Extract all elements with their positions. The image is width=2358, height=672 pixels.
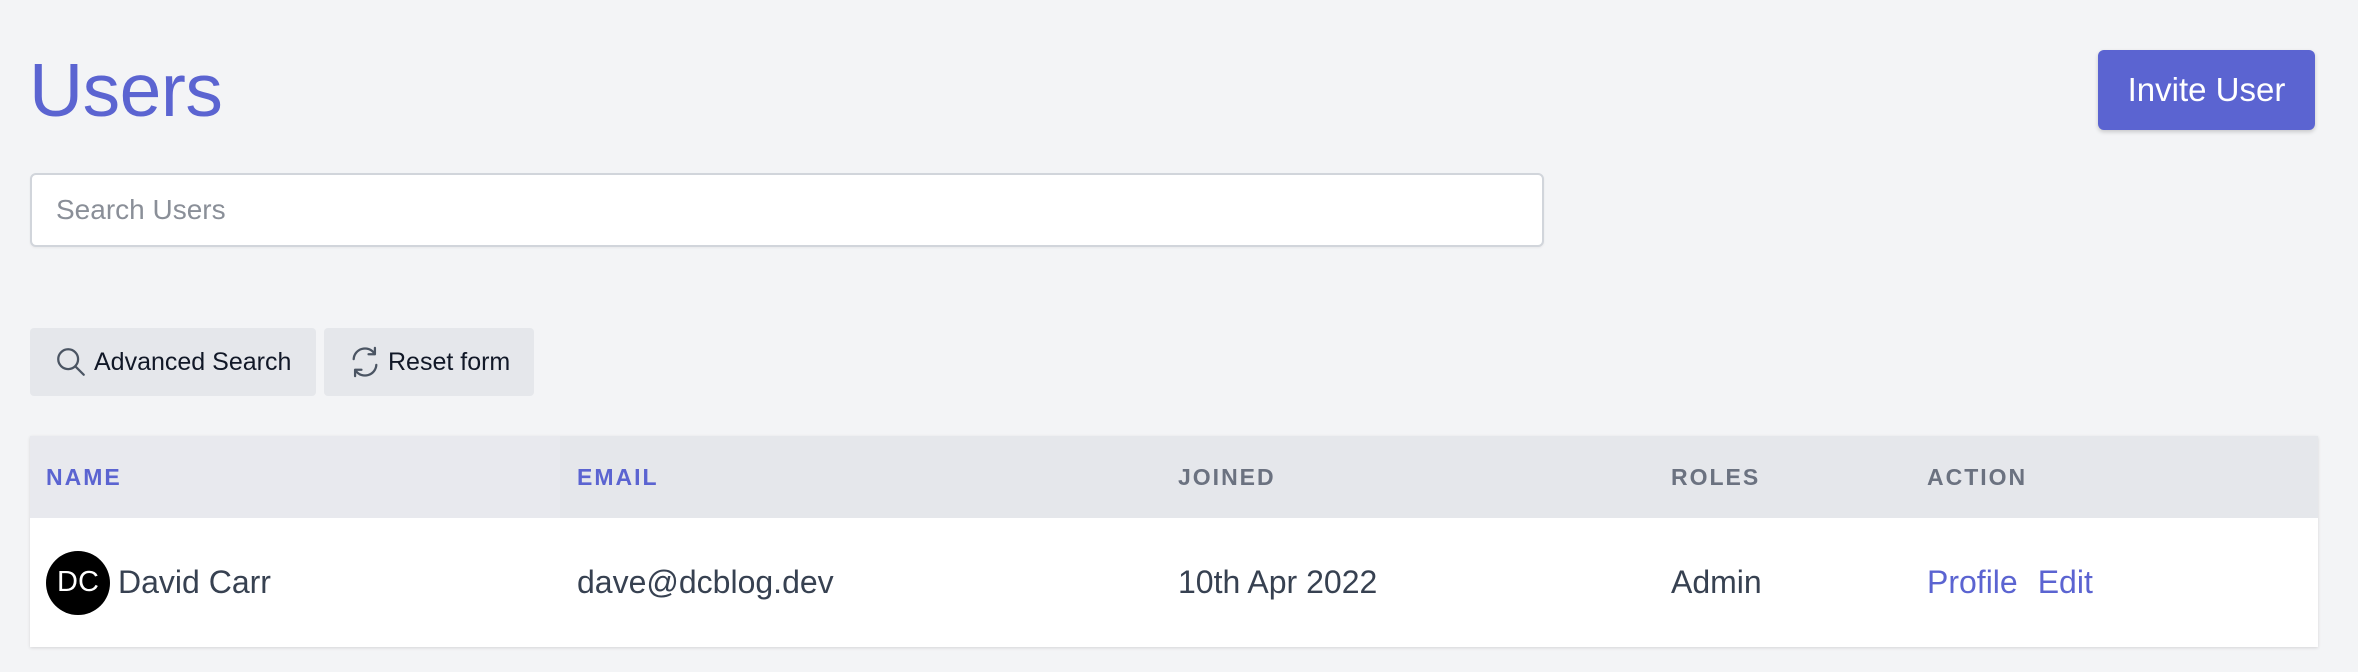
reset-form-button[interactable]: Reset form [324, 328, 534, 396]
column-header-name[interactable]: NAME [46, 436, 122, 518]
column-header-joined: JOINED [1178, 464, 1276, 490]
invite-user-button[interactable]: Invite User [2098, 50, 2315, 130]
users-table: NAME EMAIL JOINED ROLES ACTION DC David … [30, 436, 2318, 647]
refresh-icon [348, 345, 382, 379]
advanced-search-label: Advanced Search [94, 347, 292, 376]
edit-link[interactable]: Edit [2038, 564, 2093, 601]
user-joined: 10th Apr 2022 [1178, 564, 1378, 600]
user-actions: Profile Edit [1927, 518, 2093, 647]
column-header-email[interactable]: EMAIL [577, 436, 659, 518]
column-header-action: ACTION [1927, 464, 2028, 490]
table-row: DC David Carr dave@dcblog.dev 10th Apr 2… [30, 518, 2318, 647]
table-header: NAME EMAIL JOINED ROLES ACTION [30, 436, 2318, 518]
user-name: David Carr [118, 564, 271, 600]
search-input[interactable] [30, 173, 1544, 247]
reset-form-label: Reset form [388, 347, 511, 376]
search-icon [54, 345, 88, 379]
user-name-cell: DC David Carr [46, 518, 271, 647]
advanced-search-button[interactable]: Advanced Search [30, 328, 316, 396]
avatar: DC [46, 550, 110, 615]
user-email: dave@dcblog.dev [577, 564, 834, 600]
profile-link[interactable]: Profile [1927, 564, 2018, 601]
table-body: DC David Carr dave@dcblog.dev 10th Apr 2… [30, 518, 2318, 647]
user-roles: Admin [1671, 564, 1762, 600]
column-header-roles: ROLES [1671, 464, 1761, 490]
page-title: Users [29, 48, 223, 132]
